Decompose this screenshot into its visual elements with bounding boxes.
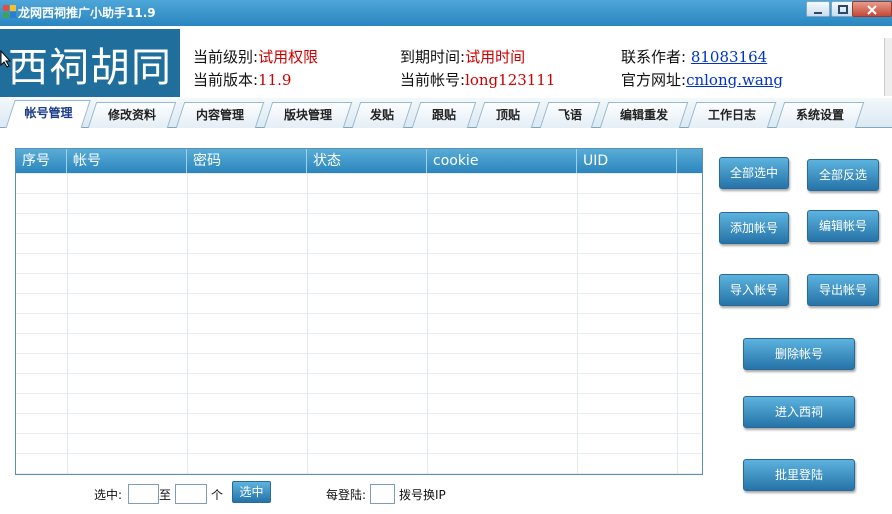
- batch-login-button[interactable]: 批里登陆: [743, 459, 855, 491]
- header-scrollbar[interactable]: [884, 38, 892, 96]
- column-header-password[interactable]: 密码: [187, 149, 307, 173]
- to-label: 至: [159, 488, 172, 502]
- official-site: 官方网址:cnlong.wang: [621, 71, 784, 89]
- delete-account-button[interactable]: 删除帐号: [743, 338, 855, 370]
- enter-xici-button[interactable]: 进入西祠: [743, 396, 855, 428]
- tab-board-management[interactable]: 版块管理: [263, 102, 353, 128]
- tab-system-settings[interactable]: 系统设置: [775, 102, 865, 128]
- maximize-icon: [838, 5, 848, 14]
- dial-change-ip-label: 拨号换IP: [399, 488, 446, 502]
- add-account-button[interactable]: 添加帐号: [719, 212, 789, 244]
- current-version: 当前版本:11.9: [193, 71, 292, 89]
- table-header: 序号 帐号 密码 状态 cookie UID: [16, 149, 702, 173]
- title-bar: 龙网西祠推广小助手11.9: [0, 0, 892, 26]
- current-level: 当前级别:试用权限: [193, 48, 319, 66]
- tab-account-management[interactable]: 帐号管理: [5, 100, 91, 129]
- version-value: 11.9: [258, 71, 292, 89]
- unit-label: 个: [211, 488, 224, 502]
- table-body[interactable]: [16, 173, 702, 474]
- site-link[interactable]: cnlong.wang: [686, 71, 783, 89]
- column-header-status[interactable]: 状态: [307, 149, 427, 173]
- contact-link[interactable]: 81083164: [691, 48, 767, 66]
- account-table[interactable]: 序号 帐号 密码 状态 cookie UID: [15, 148, 703, 475]
- column-divider: [427, 173, 428, 474]
- close-button[interactable]: [852, 1, 892, 17]
- tab-reply[interactable]: 跟贴: [411, 102, 477, 128]
- select-all-button[interactable]: 全部选中: [719, 157, 789, 189]
- per-login-label: 每登陆:: [326, 488, 367, 502]
- close-icon: [867, 5, 877, 15]
- invert-all-button[interactable]: 全部反选: [807, 159, 879, 191]
- select-from-input[interactable]: [128, 484, 159, 504]
- app-icon: [3, 5, 16, 18]
- tab-edit-repost[interactable]: 编辑重发: [599, 102, 689, 128]
- contact-author: 联系作者: 81083164: [621, 48, 768, 66]
- per-login-input[interactable]: [370, 484, 395, 504]
- column-header-uid[interactable]: UID: [577, 149, 677, 173]
- column-header-cookie[interactable]: cookie: [427, 149, 577, 173]
- column-header-account[interactable]: 帐号: [67, 149, 187, 173]
- minimize-icon: [814, 12, 822, 14]
- tab-flying-words[interactable]: 飞语: [539, 102, 601, 128]
- account-value: long123111: [465, 71, 556, 89]
- select-range-button[interactable]: 选中: [232, 481, 271, 503]
- tab-work-log[interactable]: 工作日志: [687, 102, 777, 128]
- window-title: 龙网西祠推广小助手11.9: [18, 6, 156, 20]
- level-value: 试用权限: [258, 48, 319, 66]
- tab-bar: 帐号管理 修改资料 内容管理 版块管理 发贴 跟贴 顶贴 飞语 编辑重发 工作日…: [0, 98, 892, 129]
- column-divider: [187, 173, 188, 474]
- column-divider: [307, 173, 308, 474]
- column-divider: [67, 173, 68, 474]
- select-to-input[interactable]: [175, 484, 207, 504]
- current-account: 当前帐号:long123111: [400, 71, 556, 89]
- tab-bump[interactable]: 顶贴: [475, 102, 541, 128]
- column-header-index[interactable]: 序号: [16, 149, 67, 173]
- tab-edit-profile[interactable]: 修改资料: [87, 102, 177, 128]
- expire-time: 到期时间:试用时间: [400, 48, 526, 66]
- column-divider: [577, 173, 578, 474]
- column-divider: [677, 173, 678, 474]
- mouse-cursor-icon: [0, 50, 12, 68]
- edit-account-button[interactable]: 编辑帐号: [807, 210, 879, 242]
- header: 西祠胡同 当前级别:试用权限 当前版本:11.9 到期时间:试用时间 当前帐号:…: [0, 26, 892, 98]
- tab-content-management[interactable]: 内容管理: [175, 102, 265, 128]
- select-label: 选中:: [94, 488, 123, 502]
- account-panel: 序号 帐号 密码 状态 cookie UID 全部选中 全部反选 添加帐号 编辑…: [0, 128, 892, 514]
- import-account-button[interactable]: 导入帐号: [719, 274, 789, 306]
- logo-text: 西祠胡同: [8, 45, 172, 91]
- minimize-button[interactable]: [806, 1, 830, 17]
- logo: 西祠胡同: [0, 29, 180, 97]
- expire-value: 试用时间: [465, 48, 526, 66]
- export-account-button[interactable]: 导出帐号: [807, 274, 879, 306]
- tab-post[interactable]: 发贴: [351, 102, 413, 128]
